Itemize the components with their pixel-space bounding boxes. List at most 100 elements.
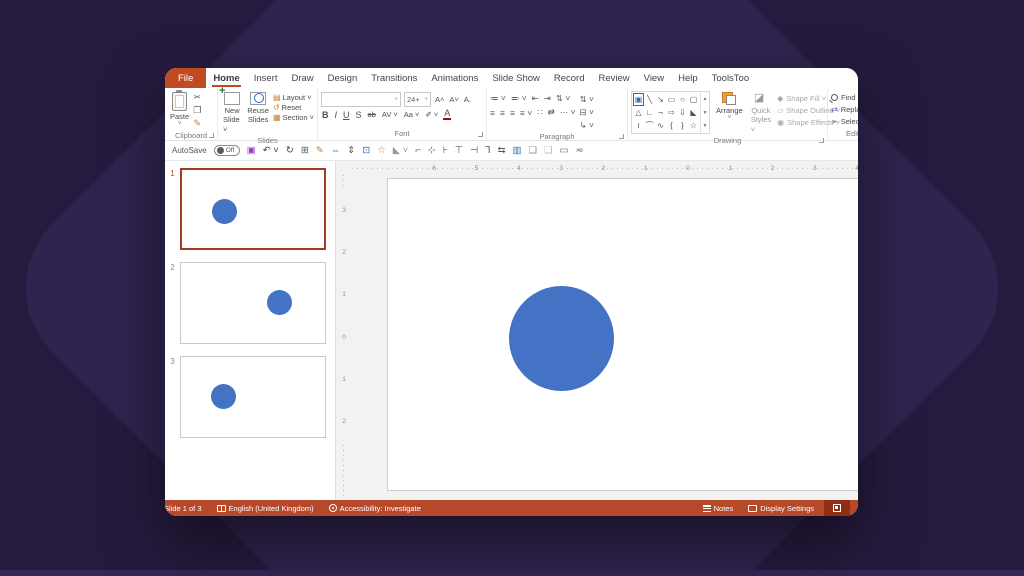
line-shape[interactable]: ╲ — [644, 93, 655, 106]
shapes-scroll-down[interactable]: ▼ — [701, 106, 709, 120]
shapes-more[interactable]: ▼ — [701, 119, 709, 133]
reuse-slides-button[interactable]: Reuse Slides — [245, 91, 271, 126]
ribbon-tab[interactable]: Review — [592, 68, 637, 88]
oval-shape[interactable]: ○ — [677, 93, 688, 106]
quick-styles-button[interactable]: ◪ Quick Styles ˅ — [749, 91, 773, 135]
line-spacing-button[interactable]: ⇅ ˅ — [556, 93, 570, 104]
character-spacing-button[interactable]: AV ˅ — [381, 110, 399, 119]
increase-font-size-button[interactable]: A˄ — [434, 95, 445, 104]
format-painter-icon[interactable]: ✎ — [193, 118, 201, 129]
resize-height-icon[interactable]: ⇕ — [347, 146, 355, 156]
ribbon-tab[interactable]: View — [637, 68, 671, 88]
select-button[interactable]: ➢ Select ˅ — [831, 117, 858, 126]
ribbon-tab[interactable]: Transitions — [364, 68, 424, 88]
tab-file[interactable]: File — [165, 68, 207, 88]
save-icon[interactable]: ▣ — [247, 146, 256, 156]
textbox-shape[interactable]: ▣ — [633, 93, 644, 106]
section-button[interactable]: ▦ Section ˅ — [273, 113, 314, 122]
align-center-icon[interactable]: ⊹ — [428, 146, 436, 156]
bring-forward-icon[interactable]: ❏ — [529, 146, 538, 156]
arc-shape[interactable]: ⌒ — [644, 119, 655, 132]
ribbon-tab[interactable]: Home — [206, 68, 246, 88]
text-direction-button[interactable]: ⇄ — [548, 107, 555, 118]
rounded-rectangle-shape[interactable]: ▢ — [688, 93, 699, 106]
align-center-button[interactable]: ≡ — [500, 108, 505, 118]
decrease-indent-button[interactable]: ⇤ — [532, 93, 539, 104]
paragraph-dialog-launcher-icon[interactable] — [619, 134, 624, 139]
ribbon-tab[interactable]: Draw — [284, 68, 320, 88]
bullets-button[interactable]: ≔ ˅ — [490, 93, 506, 104]
clipboard-dialog-launcher-icon[interactable] — [209, 132, 214, 138]
arrange-button[interactable]: Arrange ˅ — [714, 91, 745, 124]
normal-view-button[interactable] — [824, 500, 850, 516]
slide-thumbnail[interactable] — [180, 262, 326, 344]
elbow-connector-shape[interactable]: ∟ — [644, 106, 655, 119]
numbering-button[interactable]: ≕ ˅ — [511, 93, 527, 104]
strikethrough-button[interactable]: ab — [367, 110, 377, 119]
ribbon-tab[interactable]: ToolsToo — [705, 68, 757, 88]
rotate-icon[interactable]: Ꞁ — [485, 146, 490, 156]
shadow-button[interactable]: S — [355, 110, 363, 120]
distribute-icon[interactable]: ⇆ — [498, 146, 506, 156]
left-brace-shape[interactable]: { — [666, 119, 677, 132]
connector-icon[interactable]: ⌐ — [415, 146, 421, 156]
new-slide-button[interactable]: New Slide ˅ — [219, 85, 243, 135]
italic-button[interactable]: I — [334, 110, 339, 120]
ribbon-tab[interactable]: Record — [547, 68, 592, 88]
ribbon-tab[interactable]: Animations — [424, 68, 485, 88]
highlight-color-button[interactable]: ✐ ˅ — [424, 110, 439, 119]
find-button[interactable]: Find — [831, 93, 858, 102]
rectangle-shape[interactable]: ▭ — [666, 93, 677, 106]
bold-button[interactable]: B — [321, 110, 330, 120]
align-left-button[interactable]: ≡ — [490, 108, 495, 118]
font-name-combobox[interactable]: ˅ — [321, 92, 401, 107]
notes-button[interactable]: Notes — [698, 500, 739, 516]
snap-to-grid-icon[interactable]: ⊡ — [362, 146, 370, 156]
replace-button[interactable]: ⇄ Replace ˅ — [831, 105, 858, 114]
copy-icon[interactable]: ❐ — [193, 105, 201, 116]
align-left-icon[interactable]: ⊦ — [443, 146, 448, 156]
resize-width-icon[interactable]: ⇔ — [331, 146, 341, 156]
change-case-button[interactable]: Aa ˅ — [403, 110, 421, 119]
vertical-text-button[interactable]: ⇅ ˅ — [580, 94, 594, 105]
slide-thumbnail[interactable] — [180, 356, 326, 438]
right-arrow-shape[interactable]: ⇨ — [666, 106, 677, 119]
connector-shape[interactable]: ¬ — [655, 106, 666, 119]
shapes-scroll-up[interactable]: ▲ — [701, 92, 709, 106]
cut-icon[interactable]: ✂ — [193, 92, 201, 103]
paste-button[interactable]: Paste ˅ — [168, 90, 191, 130]
send-backward-icon[interactable]: ❑ — [544, 146, 553, 156]
font-dialog-launcher-icon[interactable] — [478, 132, 483, 137]
ribbon-tab[interactable]: Design — [321, 68, 365, 88]
autosave-toggle[interactable]: Off — [213, 145, 240, 156]
star-icon[interactable]: ☆ — [377, 146, 386, 156]
increase-indent-button[interactable]: ⇥ — [544, 93, 551, 104]
corner-shape[interactable]: ◣ — [688, 106, 699, 119]
accessibility-button[interactable]: Accessibility: Investigate — [324, 500, 426, 516]
decrease-font-size-button[interactable]: A˅ — [448, 95, 459, 104]
chart-icon[interactable]: ▥ — [513, 146, 522, 156]
slide-circle-shape[interactable] — [509, 286, 614, 391]
triangle-shape[interactable]: △ — [633, 106, 644, 119]
font-size-combobox[interactable]: 24+ ˅ — [404, 92, 431, 107]
down-arrow-shape[interactable]: ⇩ — [677, 106, 688, 119]
redo-icon[interactable]: ↻ — [286, 146, 294, 156]
clear-formatting-button[interactable]: A𝆹 — [463, 95, 472, 105]
shape-tool-icon[interactable]: ◣ ˅ — [393, 146, 409, 156]
slide-canvas[interactable] — [387, 178, 858, 491]
display-settings-button[interactable]: Display Settings — [743, 500, 819, 516]
ribbon-tab[interactable]: Slide Show — [485, 68, 547, 88]
more-commands-icon[interactable]: ≂ — [576, 146, 584, 156]
undo-icon[interactable]: ↶ ˅ — [263, 146, 279, 156]
font-color-button[interactable]: A — [443, 109, 452, 120]
layout-button[interactable]: ▤ Layout ˅ — [273, 93, 314, 102]
comment-icon[interactable]: ▭ — [560, 146, 569, 156]
slide-size-icon[interactable]: ⊞ — [301, 146, 309, 156]
align-text-button[interactable]: ⊟ ˅ — [580, 107, 594, 118]
align-right-button[interactable]: ≡ — [510, 108, 515, 118]
reset-button[interactable]: ↺ Reset — [273, 103, 314, 112]
underline-button[interactable]: U — [342, 110, 351, 120]
drawing-dialog-launcher-icon[interactable] — [819, 138, 824, 144]
align-right-icon[interactable]: ⊣ — [470, 146, 478, 156]
arrow-shape[interactable]: ↘ — [655, 93, 666, 106]
